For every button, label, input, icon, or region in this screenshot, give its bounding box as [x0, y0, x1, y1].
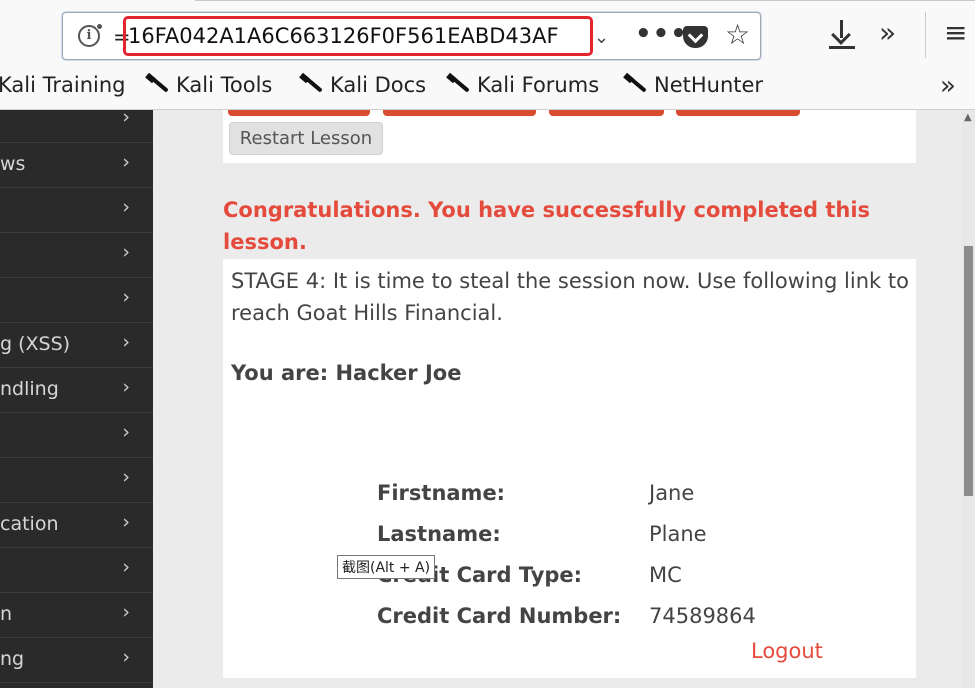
sidebar-item-handling[interactable]: ndling › [0, 368, 153, 413]
field-label: Lastname: [377, 522, 501, 546]
scroll-up-icon[interactable]: ▲ [964, 112, 972, 123]
kali-dragon-icon [447, 73, 469, 95]
chevron-right-icon: › [122, 331, 130, 353]
browser-toolbar: i = 16FA042A1A6C663126F0F561EABD43AF ⌄ •… [0, 0, 975, 66]
chevron-right-icon: › [122, 511, 130, 533]
sidebar-item[interactable]: › [0, 98, 153, 143]
lesson-controls-card: Restart Lesson [223, 110, 916, 163]
url-highlight-box [123, 16, 593, 56]
chevron-right-icon: › [122, 241, 130, 263]
bookmark-nethunter[interactable]: NetHunter [624, 73, 763, 97]
permission-dot-icon [96, 23, 103, 30]
lesson-sidebar: › ws › › › › g (XSS) › ndling › › › cation ›… [0, 106, 153, 688]
lesson-content: Restart Lesson Congratulations. You have… [153, 110, 962, 688]
sidebar-item[interactable]: n › [0, 593, 153, 638]
current-user-label: You are: Hacker Joe [231, 361, 462, 385]
page-scrollbar[interactable]: ▲ [962, 110, 975, 688]
sidebar-item-authentication[interactable]: cation › [0, 503, 153, 548]
bookmark-label: Kali Tools [176, 73, 273, 97]
sidebar-item[interactable]: ng › [0, 638, 153, 683]
sidebar-item[interactable]: › [0, 278, 153, 323]
field-label: Credit Card Number: [377, 604, 622, 628]
pocket-icon[interactable] [683, 26, 708, 48]
chevron-right-icon: › [122, 601, 130, 623]
bookmark-kali-docs[interactable]: Kali Docs [300, 73, 426, 97]
sidebar-item[interactable]: › [0, 233, 153, 278]
chevron-right-icon: › [122, 196, 130, 218]
bookmark-label: NetHunter [654, 73, 764, 97]
sidebar-item[interactable]: › [0, 548, 153, 593]
chevron-right-icon: › [122, 151, 130, 173]
sidebar-item[interactable]: › [0, 413, 153, 458]
sidebar-item-xss[interactable]: g (XSS) › [0, 323, 153, 368]
lesson-action-button[interactable] [383, 110, 536, 116]
bookmark-label: Kali Docs [330, 73, 427, 97]
stage-instructions: STAGE 4: It is time to steal the session… [231, 269, 909, 325]
chevron-right-icon: › [122, 286, 130, 308]
logout-link[interactable]: Logout [751, 639, 823, 663]
bookmark-kali-training[interactable]: Kali Training [0, 73, 125, 97]
site-info-icon[interactable]: i [78, 23, 103, 47]
url-bar[interactable]: i = 16FA042A1A6C663126F0F561EABD43AF ⌄ •… [62, 12, 761, 60]
tab-strip-edge [195, 0, 975, 4]
url-dropdown-icon[interactable]: ⌄ [594, 27, 609, 48]
chevron-right-icon: › [122, 466, 130, 488]
chevron-right-icon: › [122, 421, 130, 443]
sidebar-item[interactable]: › [0, 188, 153, 233]
toolbar-separator [925, 12, 926, 58]
chevron-right-icon: › [122, 106, 130, 128]
bookmark-kali-forums[interactable]: Kali Forums [447, 73, 599, 97]
kali-dragon-icon [146, 73, 168, 95]
field-value: MC [649, 563, 682, 587]
restart-lesson-button[interactable]: Restart Lesson [229, 122, 383, 155]
scroll-thumb[interactable] [964, 246, 973, 496]
chevron-right-icon: › [122, 646, 130, 668]
bookmark-kali-tools[interactable]: Kali Tools [146, 73, 272, 97]
bookmark-label: Kali Training [0, 73, 126, 97]
toolbar-overflow-icon[interactable]: » [879, 18, 896, 48]
download-icon[interactable] [829, 18, 855, 50]
field-value: Jane [649, 481, 695, 505]
page-actions-more-icon[interactable]: ••• [635, 19, 688, 49]
success-message: Congratulations. You have successfully c… [223, 198, 871, 254]
lesson-action-button[interactable] [228, 110, 370, 116]
sidebar-item[interactable]: ws › [0, 143, 153, 188]
bookmark-star-icon[interactable]: ☆ [725, 18, 750, 51]
screenshot-tooltip: 截图(Alt + A) [337, 555, 436, 579]
field-value: Plane [649, 522, 707, 546]
sidebar-item[interactable]: › [0, 458, 153, 503]
field-label: Firstname: [377, 481, 506, 505]
field-value: 74589864 [649, 604, 756, 628]
lesson-action-button[interactable] [549, 110, 664, 116]
kali-dragon-icon [624, 73, 646, 95]
lesson-panel: STAGE 4: It is time to steal the session… [223, 259, 916, 678]
kali-dragon-icon [300, 73, 322, 95]
lesson-action-button[interactable] [676, 110, 800, 116]
bookmarks-overflow-icon[interactable]: » [940, 71, 956, 101]
chevron-right-icon: › [122, 376, 130, 398]
chevron-right-icon: › [122, 556, 130, 578]
bookmark-label: Kali Forums [477, 73, 600, 97]
hamburger-menu-icon[interactable]: ≡ [944, 18, 967, 48]
